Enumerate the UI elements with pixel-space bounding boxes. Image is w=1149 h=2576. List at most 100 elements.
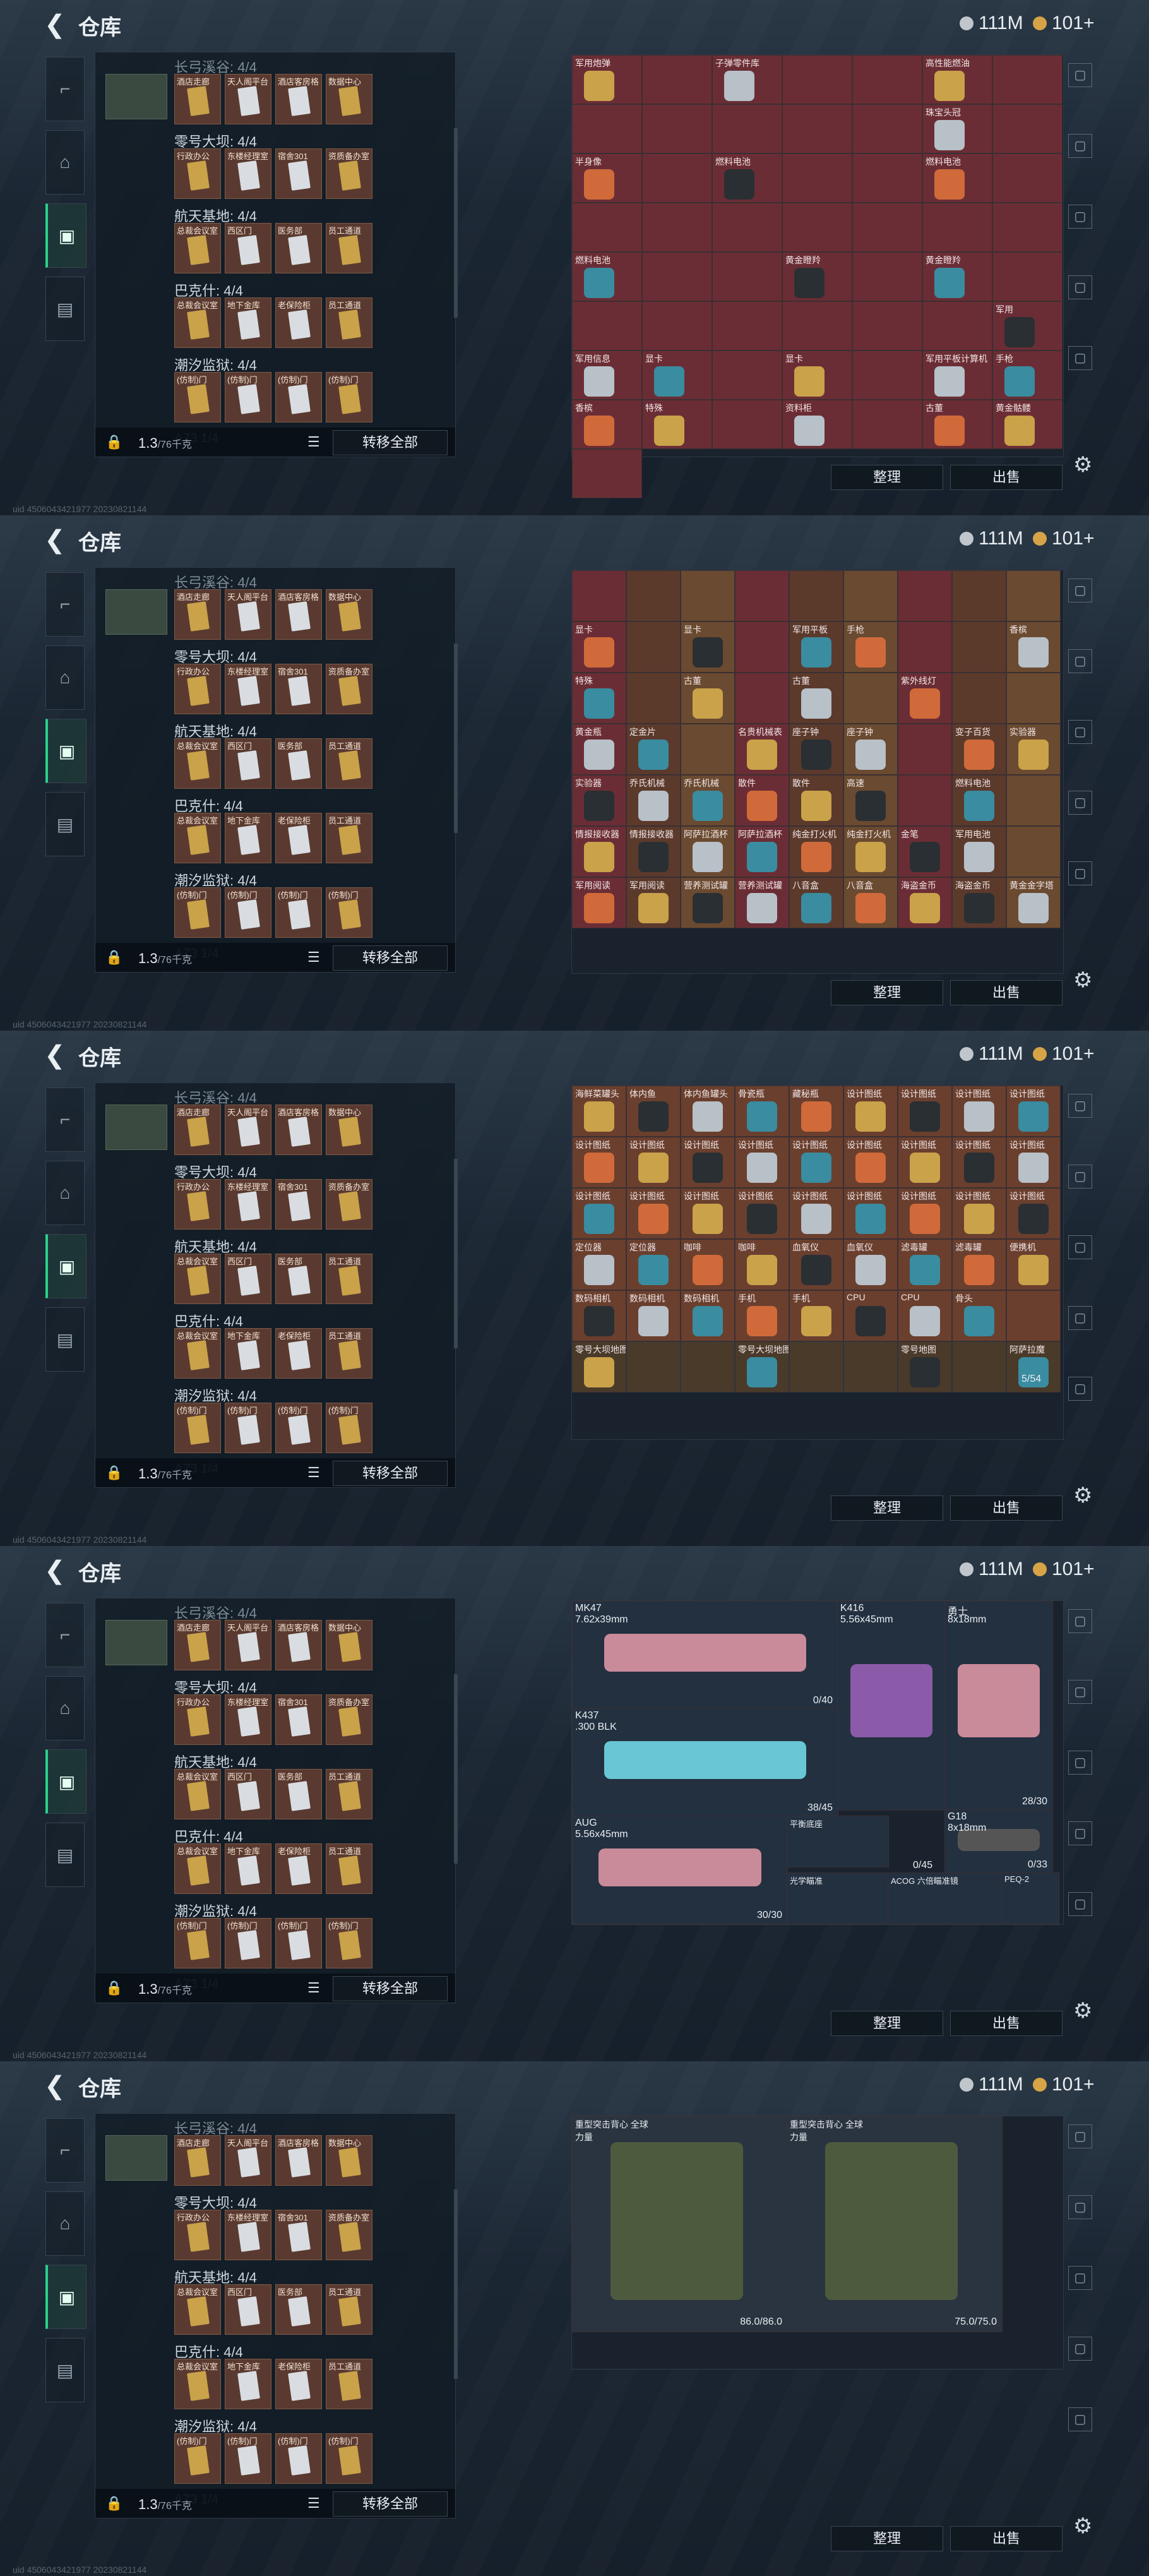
back-arrow-icon[interactable]: ❮ — [44, 1556, 66, 1585]
inventory-item[interactable]: 阿萨拉酒杯 — [735, 826, 789, 877]
armor-slot[interactable]: 重型突击背心 全球力量 86.0/86.0 — [572, 2116, 788, 2332]
inventory-item[interactable]: 实验器 — [572, 775, 626, 826]
storage-tab-icon[interactable]: ▢ — [1068, 1306, 1092, 1330]
storage-tab-icon[interactable]: ▢ — [1068, 578, 1092, 602]
weapon-slot[interactable]: K416 5.56x45mm — [837, 1601, 946, 1811]
key-card-slot[interactable]: (仿制)门 — [225, 372, 271, 422]
inventory-item[interactable]: 营养测试罐 — [681, 877, 735, 928]
inventory-item[interactable]: 八音盒 — [789, 877, 843, 928]
keycard-case-thumbnail[interactable] — [105, 1105, 167, 1150]
inventory-item[interactable]: 子弹零件库 — [712, 55, 782, 104]
key-card-slot[interactable]: 老保险柜 — [275, 813, 322, 863]
inventory-item[interactable] — [782, 55, 852, 104]
key-card-slot[interactable]: (仿制)门 — [174, 372, 221, 422]
key-card-slot[interactable]: 总裁会议室 — [174, 2284, 221, 2335]
inventory-item[interactable] — [712, 203, 782, 252]
keycard-case-thumbnail[interactable] — [105, 589, 167, 635]
inventory-item[interactable]: 古董 — [789, 673, 843, 724]
inventory-item[interactable]: 高性能燃油 — [922, 55, 992, 104]
sort-button[interactable]: 整理 — [831, 1495, 943, 1521]
sell-button[interactable]: 出售 — [950, 1495, 1063, 1521]
back-arrow-icon[interactable]: ❮ — [44, 525, 66, 554]
inventory-item[interactable]: 阿萨拉酒杯 — [681, 826, 735, 877]
inventory-item[interactable] — [642, 203, 712, 252]
storage-tab-icon[interactable]: ▢ — [1068, 791, 1092, 815]
inventory-item[interactable]: 零号大坝地图 — [735, 1341, 789, 1393]
key-card-slot[interactable]: 资质备办室 — [326, 664, 372, 714]
helmet-icon[interactable]: ⌂ — [45, 2191, 85, 2256]
key-card-slot[interactable]: 天人阁平台 — [225, 589, 271, 640]
inventory-item[interactable]: 军用阅读 — [572, 877, 626, 928]
inventory-item[interactable]: 咖啡 — [681, 1239, 735, 1290]
inventory-item[interactable]: 手机 — [789, 1290, 843, 1341]
inventory-item[interactable]: 名贵机械表 — [735, 724, 789, 775]
list-icon[interactable]: ☰ — [307, 1465, 320, 1481]
inventory-item[interactable] — [952, 1341, 1006, 1393]
key-card-slot[interactable]: (仿制)门 — [225, 2433, 271, 2484]
key-card-slot[interactable]: (仿制)门 — [275, 887, 322, 938]
back-arrow-icon[interactable]: ❮ — [44, 10, 66, 39]
inventory-item[interactable]: 香槟 — [572, 400, 642, 449]
inventory-item[interactable]: 黄金瓶 — [572, 724, 626, 775]
key-card-slot[interactable]: 数据中心 — [326, 74, 372, 124]
inventory-item[interactable]: 特殊 — [572, 673, 626, 724]
inventory-item[interactable]: 设计图纸 — [572, 1188, 626, 1239]
storage-tab-icon[interactable]: ▢ — [1068, 1235, 1092, 1259]
inventory-item[interactable] — [782, 203, 852, 252]
sell-button[interactable]: 出售 — [950, 980, 1063, 1005]
lock-icon[interactable]: 🔒 — [105, 1465, 122, 1481]
storage-tab-icon[interactable]: ▢ — [1068, 1751, 1092, 1775]
key-card-slot[interactable]: (仿制)门 — [275, 2433, 322, 2484]
inventory-item[interactable]: 海盗金币 — [952, 877, 1006, 928]
case-icon[interactable]: ▤ — [45, 1823, 85, 1887]
key-card-slot[interactable]: (仿制)门 — [326, 372, 372, 422]
key-card-slot[interactable]: 资质备办室 — [326, 1694, 372, 1745]
key-card-slot[interactable]: 宿舍301 — [275, 664, 322, 714]
inventory-item[interactable] — [642, 55, 712, 104]
inventory-item[interactable]: 手机 — [735, 1290, 789, 1341]
key-card-slot[interactable]: 西区门 — [225, 1769, 271, 1819]
key-card-slot[interactable]: (仿制)门 — [275, 1918, 322, 1968]
inventory-item[interactable] — [852, 55, 922, 104]
inventory-item[interactable] — [681, 1341, 735, 1393]
inventory-item[interactable] — [1006, 673, 1061, 724]
inventory-item[interactable]: 燃料电池 — [952, 775, 1006, 826]
key-card-slot[interactable]: 天人阁平台 — [225, 2135, 271, 2186]
inventory-item[interactable]: 设计图纸 — [843, 1137, 898, 1188]
inventory-item[interactable] — [852, 252, 922, 301]
storage-tab-icon[interactable]: ▢ — [1068, 346, 1092, 370]
inventory-item[interactable] — [922, 301, 992, 350]
inventory-item[interactable] — [852, 153, 922, 203]
inventory-item[interactable]: 体内鱼 — [626, 1086, 681, 1137]
key-card-slot[interactable]: (仿制)门 — [225, 1918, 271, 1968]
key-card-slot[interactable]: 行政办公 — [174, 1694, 221, 1745]
inventory-item[interactable]: 显卡 — [782, 350, 852, 400]
inventory-item[interactable]: CPU — [898, 1290, 952, 1341]
left-scrollbar[interactable] — [454, 1674, 458, 1864]
inventory-item[interactable]: 海盗金币 — [898, 877, 952, 928]
key-card-slot[interactable]: 总裁会议室 — [174, 297, 221, 348]
lock-icon[interactable]: 🔒 — [105, 1980, 122, 1996]
inventory-item[interactable]: 设计图纸 — [1006, 1086, 1061, 1137]
inventory-item[interactable]: 藏秘瓶 — [789, 1086, 843, 1137]
key-card-slot[interactable]: 总裁会议室 — [174, 1769, 221, 1819]
storage-tab-icon[interactable]: ▢ — [1068, 2337, 1092, 2361]
inventory-item[interactable]: 设计图纸 — [681, 1137, 735, 1188]
inventory-item[interactable]: 军用平板 — [789, 621, 843, 673]
inventory-item[interactable] — [843, 673, 898, 724]
key-card-slot[interactable]: 老保险柜 — [275, 297, 322, 348]
inventory-item[interactable] — [789, 570, 843, 621]
key-card-slot[interactable]: 酒店走廊 — [174, 589, 221, 640]
inventory-item[interactable] — [898, 621, 952, 673]
key-card-slot[interactable]: 资质备办室 — [326, 1179, 372, 1230]
storage-tab-icon[interactable]: ▢ — [1068, 1680, 1092, 1704]
key-card-slot[interactable]: (仿制)门 — [326, 1403, 372, 1453]
key-card-slot[interactable]: 总裁会议室 — [174, 1843, 221, 1894]
keycard-case-thumbnail[interactable] — [105, 74, 167, 119]
key-card-slot[interactable]: 宿舍301 — [275, 1694, 322, 1745]
inventory-item[interactable]: 特殊 — [642, 400, 712, 449]
storage-tab-icon[interactable]: ▢ — [1068, 649, 1092, 673]
inventory-item[interactable] — [898, 570, 952, 621]
inventory-item[interactable] — [952, 621, 1006, 673]
inventory-item[interactable] — [843, 1341, 898, 1393]
